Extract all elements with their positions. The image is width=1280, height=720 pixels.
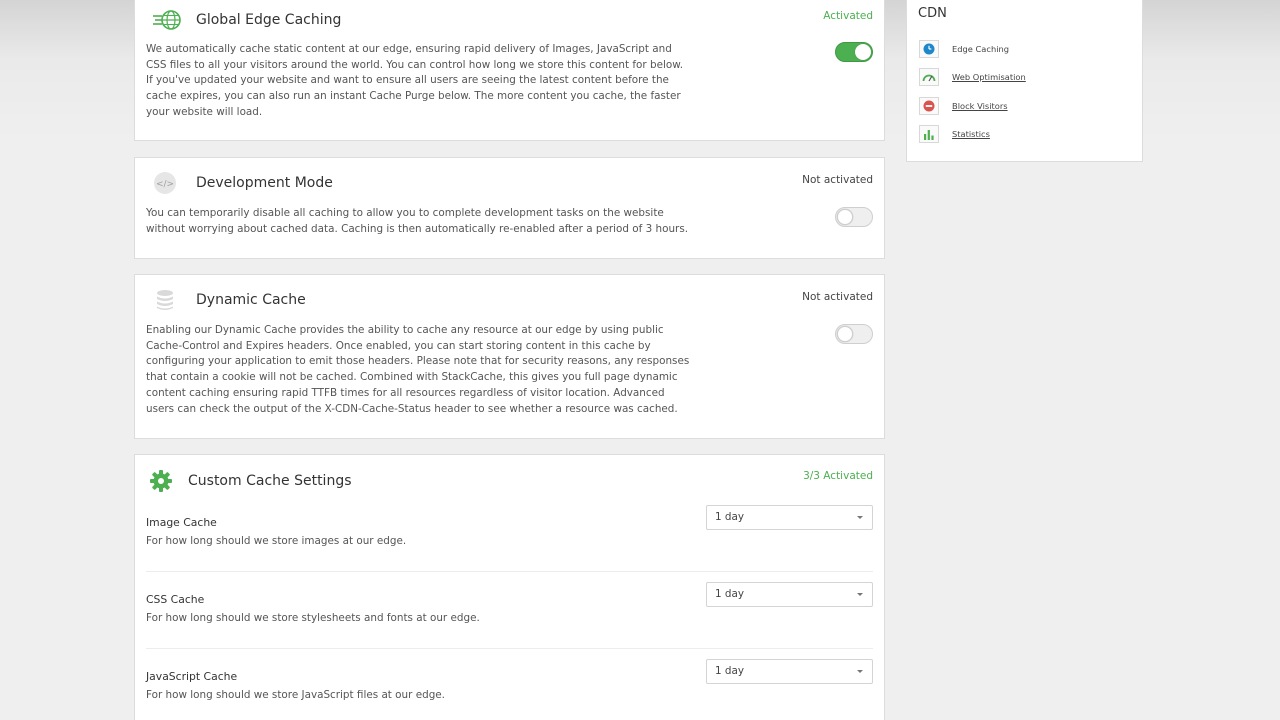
chevron-down-icon: [857, 670, 863, 673]
css-cache-select-value: 1 day: [715, 588, 745, 600]
development-mode-card: </> Development Mode Not activated You c…: [134, 157, 885, 259]
divider: [146, 571, 873, 572]
css-cache-select[interactable]: 1 day: [706, 582, 873, 607]
divider: [146, 648, 873, 649]
javascript-cache-label: JavaScript Cache: [146, 670, 238, 683]
block-icon: [919, 97, 939, 115]
image-cache-select[interactable]: 1 day: [706, 505, 873, 530]
sidebar-item-web-optimisation[interactable]: Web Optimisation: [919, 68, 1026, 86]
custom-cache-settings-title: Custom Cache Settings: [188, 473, 352, 489]
sidebar-item-edge-caching[interactable]: Edge Caching: [919, 40, 1009, 58]
development-mode-header: </> Development Mode: [153, 171, 333, 195]
css-cache-label: CSS Cache: [146, 593, 205, 606]
sidebar-item-label: Block Visitors: [952, 101, 1008, 111]
bar-chart-icon: [919, 125, 939, 143]
toggle-knob: [837, 209, 853, 225]
image-cache-select-value: 1 day: [715, 511, 745, 523]
javascript-cache-select-value: 1 day: [715, 665, 745, 677]
global-edge-caching-toggle[interactable]: [835, 42, 873, 62]
dynamic-cache-toggle[interactable]: [835, 324, 873, 344]
dynamic-cache-status: Not activated: [802, 291, 873, 303]
dynamic-cache-card: Dynamic Cache Not activated Enabling our…: [134, 274, 885, 439]
global-edge-caching-title: Global Edge Caching: [196, 12, 342, 28]
sidebar-item-statistics[interactable]: Statistics: [919, 125, 990, 143]
global-edge-caching-description: We automatically cache static content at…: [146, 43, 684, 118]
development-mode-title: Development Mode: [196, 175, 333, 191]
development-mode-status: Not activated: [802, 174, 873, 186]
speedometer-icon: [919, 68, 939, 86]
development-mode-toggle[interactable]: [835, 207, 873, 227]
gear-icon: [149, 469, 173, 493]
dynamic-cache-header: Dynamic Cache: [153, 288, 306, 312]
database-icon: [153, 288, 177, 312]
toggle-knob: [837, 326, 853, 342]
cdn-sidebar: CDN Edge Caching Web Optimisation Block …: [906, 0, 1143, 162]
custom-cache-settings-card: Custom Cache Settings 3/3 Activated Imag…: [134, 454, 885, 720]
sidebar-item-label: Edge Caching: [952, 44, 1010, 54]
javascript-cache-description: For how long should we store JavaScript …: [146, 689, 445, 701]
sidebar-item-block-visitors[interactable]: Block Visitors: [919, 97, 1008, 115]
sidebar-item-label: Web Optimisation: [952, 72, 1026, 82]
sidebar-item-label: Statistics: [952, 129, 990, 139]
globe-speed-icon: [153, 8, 183, 32]
javascript-cache-select[interactable]: 1 day: [706, 659, 873, 684]
development-mode-description: You can temporarily disable all caching …: [146, 207, 689, 235]
sidebar-title: CDN: [918, 6, 947, 21]
svg-text:</>: </>: [156, 180, 174, 190]
image-cache-label: Image Cache: [146, 516, 217, 529]
chevron-down-icon: [857, 516, 863, 519]
custom-cache-settings-header: Custom Cache Settings: [149, 469, 352, 493]
toggle-knob: [855, 44, 871, 60]
image-cache-description: For how long should we store images at o…: [146, 535, 407, 547]
code-icon: </>: [153, 171, 177, 195]
global-edge-caching-status: Activated: [823, 10, 873, 22]
chevron-down-icon: [857, 593, 863, 596]
clock-icon: [919, 40, 939, 58]
cdn-settings-page: Global Edge Caching Activated We automat…: [0, 0, 1280, 720]
dynamic-cache-description: Enabling our Dynamic Cache provides the …: [146, 324, 690, 415]
global-edge-caching-card: Global Edge Caching Activated We automat…: [134, 0, 885, 141]
custom-cache-settings-status: 3/3 Activated: [803, 470, 873, 482]
css-cache-description: For how long should we store stylesheets…: [146, 612, 480, 624]
global-edge-caching-header: Global Edge Caching: [153, 8, 341, 32]
dynamic-cache-title: Dynamic Cache: [196, 292, 306, 308]
